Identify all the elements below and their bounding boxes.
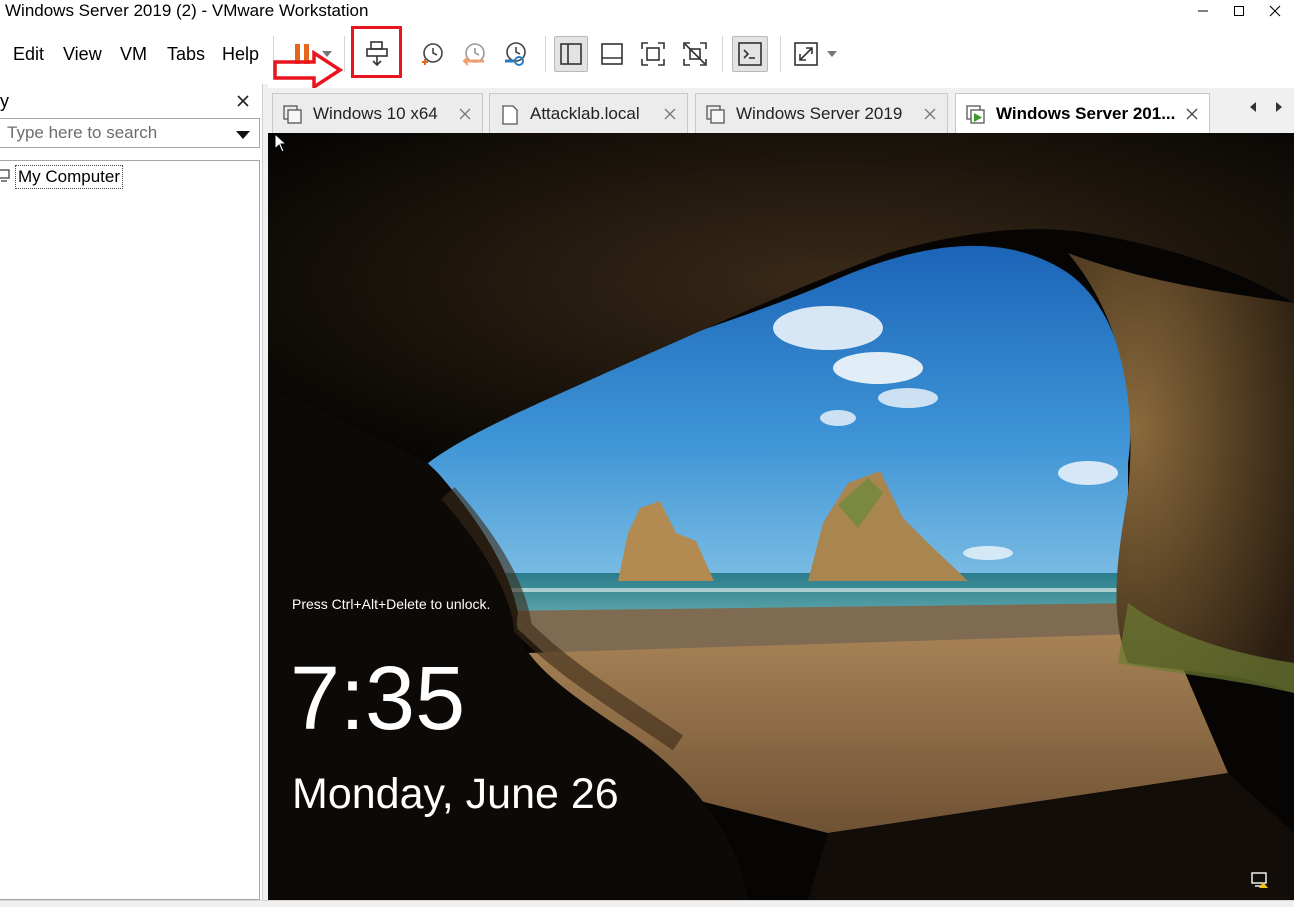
menu-help[interactable]: Help xyxy=(222,44,259,64)
library-search xyxy=(0,118,260,148)
close-icon[interactable] xyxy=(1184,106,1200,122)
tab-windows-10-x64[interactable]: Windows 10 x64 xyxy=(272,93,483,133)
toolbar-separator xyxy=(545,36,546,72)
snapshot-manager-icon[interactable] xyxy=(499,38,531,70)
tab-label: Attacklab.local xyxy=(530,104,640,123)
document-icon xyxy=(500,105,520,125)
vm-icon xyxy=(283,105,303,125)
close-icon[interactable] xyxy=(234,92,252,110)
close-icon[interactable] xyxy=(1258,0,1292,22)
close-icon[interactable] xyxy=(922,106,938,122)
menu-vm[interactable]: VM xyxy=(120,44,147,64)
search-input[interactable] xyxy=(7,123,227,143)
show-thumbnail-bar-icon[interactable] xyxy=(596,38,628,70)
library-header: y xyxy=(0,84,262,116)
network-icon[interactable] xyxy=(1250,871,1270,889)
tree-item-label: My Computer xyxy=(15,165,124,189)
menu-view[interactable]: View xyxy=(63,44,102,64)
close-icon[interactable] xyxy=(457,106,473,122)
maximize-icon[interactable] xyxy=(1222,0,1256,22)
revert-snapshot-icon[interactable] xyxy=(458,38,490,70)
stretch-guest-icon[interactable] xyxy=(790,38,822,70)
full-screen-icon[interactable] xyxy=(637,38,669,70)
tab-scroll-right-icon[interactable] xyxy=(1272,100,1286,114)
tab-bar: Windows 10 x64 Attacklab.local Windows S… xyxy=(268,88,1294,133)
toolbar-separator xyxy=(780,36,781,72)
tab-attacklab-local[interactable]: Attacklab.local xyxy=(489,93,688,133)
lock-screen-date: Monday, June 26 xyxy=(292,770,619,818)
library-title: y xyxy=(0,91,9,111)
annotation-highlight-box xyxy=(351,26,402,78)
title-bar: Windows Server 2019 (2) - VMware Worksta… xyxy=(0,0,1294,24)
window-title: Windows Server 2019 (2) - VMware Worksta… xyxy=(5,1,369,20)
lock-screen-hint: Press Ctrl+Alt+Delete to unlock. xyxy=(292,596,491,612)
menu-edit[interactable]: Edit xyxy=(13,44,44,64)
lock-screen-time: 7:35 xyxy=(290,649,466,749)
unity-icon[interactable] xyxy=(679,38,711,70)
toolbar-separator xyxy=(344,36,345,72)
tab-label: Windows 10 x64 xyxy=(313,104,438,123)
snapshot-icon[interactable] xyxy=(416,38,448,70)
library-tree: My Computer xyxy=(0,160,260,900)
toolbar-separator xyxy=(722,36,723,72)
computer-icon xyxy=(0,167,13,188)
minimize-icon[interactable] xyxy=(1186,0,1220,22)
vmware-workstation-window: Windows Server 2019 (2) - VMware Worksta… xyxy=(0,0,1294,907)
tab-label: Windows Server 201... xyxy=(996,104,1176,123)
show-library-icon[interactable] xyxy=(554,36,588,72)
tree-item-my-computer[interactable]: My Computer xyxy=(0,164,124,190)
tab-windows-server-2019[interactable]: Windows Server 2019 xyxy=(695,93,948,133)
menu-tabs[interactable]: Tabs xyxy=(167,44,205,64)
status-bar xyxy=(0,900,1294,907)
tab-windows-server-2019-2[interactable]: Windows Server 201... xyxy=(955,93,1210,133)
tab-label: Windows Server 2019 xyxy=(736,104,903,123)
close-icon[interactable] xyxy=(662,106,678,122)
chevron-down-icon[interactable] xyxy=(235,127,251,145)
library-panel: y My Computer xyxy=(0,84,262,900)
vm-running-icon xyxy=(966,105,986,125)
stretch-dropdown-icon[interactable] xyxy=(824,44,840,64)
vm-console-screen[interactable]: Press Ctrl+Alt+Delete to unlock. 7:35 Mo… xyxy=(268,133,1294,900)
tab-scroll-left-icon[interactable] xyxy=(1246,100,1260,114)
vm-icon xyxy=(706,105,726,125)
console-view-icon[interactable] xyxy=(732,36,768,72)
mouse-cursor-icon xyxy=(274,133,288,158)
menu-toolbar: Edit View VM Tabs Help xyxy=(0,26,1294,82)
